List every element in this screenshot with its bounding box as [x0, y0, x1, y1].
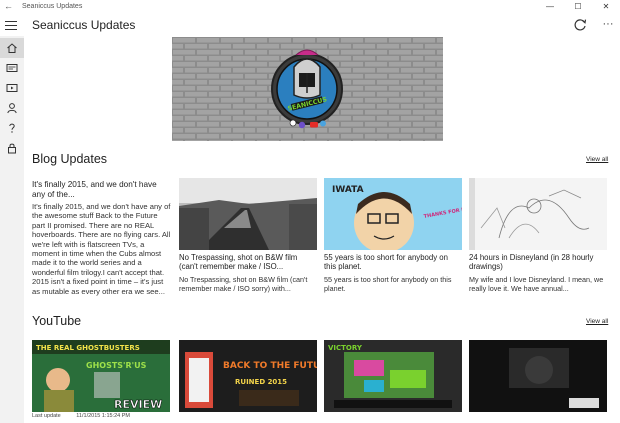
person-icon [7, 103, 17, 114]
blog-card-image [469, 178, 607, 250]
home-icon [7, 43, 17, 53]
thumbnail-extra: GHOSTS'R'US [86, 361, 147, 370]
blog-card-summary: 55 years is too short for anybody on thi… [324, 274, 452, 293]
blog-icon [6, 64, 18, 72]
blog-card-title: No Trespassing, shot on B&W film (can't … [179, 253, 298, 272]
nav-about[interactable] [0, 98, 24, 118]
window-title-bar: ← Seaniccus Updates — ☐ ✕ [0, 0, 620, 14]
featured-blog-post[interactable]: It's finally 2015, and we don't have any… [32, 180, 172, 298]
window-title: Seaniccus Updates [22, 3, 83, 10]
thumbnail-caption: THE REAL GHOSTBUSTERS [36, 344, 140, 352]
hamburger-menu-icon[interactable] [4, 18, 18, 32]
last-update-footer: Last update 11/1/2015 1:15:24 PM [32, 413, 144, 420]
youtube-video-thumbnail[interactable]: VICTORY [324, 340, 462, 412]
blog-card[interactable]: No Trespassing, shot on B&W film (can't … [179, 178, 317, 293]
header-banner: SEANICCUS [172, 37, 443, 141]
thumbnail-caption: VICTORY [328, 344, 363, 352]
maximize-button[interactable]: ☐ [564, 0, 592, 14]
blog-section-title: Blog Updates [32, 152, 108, 166]
blog-card[interactable]: 24 hours in Disneyland (in 28 hourly dra… [469, 178, 607, 293]
youtube-section-title: YouTube [32, 314, 82, 328]
main-content: SEANICCUS Blog Updates View all It's fin… [24, 36, 620, 423]
last-update-label: Last update [32, 413, 61, 419]
blog-card-title: 55 years is too short for anybody on thi… [324, 253, 448, 272]
refresh-icon[interactable] [572, 17, 588, 33]
minimize-button[interactable]: — [536, 0, 564, 14]
video-icon [6, 84, 18, 92]
page-title: Seaniccus Updates [32, 18, 136, 32]
youtube-video-thumbnail[interactable]: BACK TO THE FUTURE III RUINED 2015 [179, 340, 317, 412]
help-icon [9, 123, 15, 133]
youtube-video-thumbnail[interactable]: THE REAL GHOSTBUSTERS GHOSTS'R'US REVIEW [32, 340, 170, 412]
thumbnail-badge: REVIEW [114, 398, 162, 411]
blog-card-title: 24 hours in Disneyland (in 28 hourly dra… [469, 253, 594, 272]
thumbnail-caption: BACK TO THE FUTURE III [223, 361, 317, 371]
more-options-button[interactable]: ··· [600, 17, 616, 33]
thumbnail-extra: RUINED 2015 [235, 378, 287, 386]
blog-card-image-text: IWATA [332, 185, 364, 195]
nav-youtube[interactable] [0, 78, 24, 98]
blog-card-image: IWATA THANKS FOR PLAYING WITH ME [324, 178, 462, 250]
blog-card[interactable]: IWATA THANKS FOR PLAYING WITH ME 55 year… [324, 178, 462, 293]
blog-view-all-link[interactable]: View all [586, 156, 608, 164]
blog-card-image [179, 178, 317, 250]
nav-home[interactable] [0, 38, 24, 58]
blog-card-summary: My wife and I love Disneyland. I mean, w… [469, 274, 604, 293]
back-arrow-icon[interactable]: ← [4, 1, 14, 12]
last-update-value: 11/1/2015 1:15:24 PM [76, 413, 130, 419]
navigation-rail [0, 36, 24, 423]
featured-post-headline: It's finally 2015, and we don't have any… [32, 180, 157, 199]
close-button[interactable]: ✕ [592, 0, 620, 14]
nav-privacy[interactable] [0, 138, 24, 158]
nav-blog[interactable] [0, 58, 24, 78]
app-bar: Seaniccus Updates ··· [0, 14, 620, 36]
youtube-view-all-link[interactable]: View all [586, 318, 608, 326]
brick-wall-image: SEANICCUS [172, 37, 443, 141]
featured-post-summary: It's finally 2015, and we don't have any… [32, 202, 171, 296]
blog-card-summary: No Trespassing, shot on B&W film (can't … [179, 274, 308, 293]
youtube-video-thumbnail[interactable] [469, 340, 607, 412]
lock-icon [8, 143, 16, 154]
nav-help[interactable] [0, 118, 24, 138]
